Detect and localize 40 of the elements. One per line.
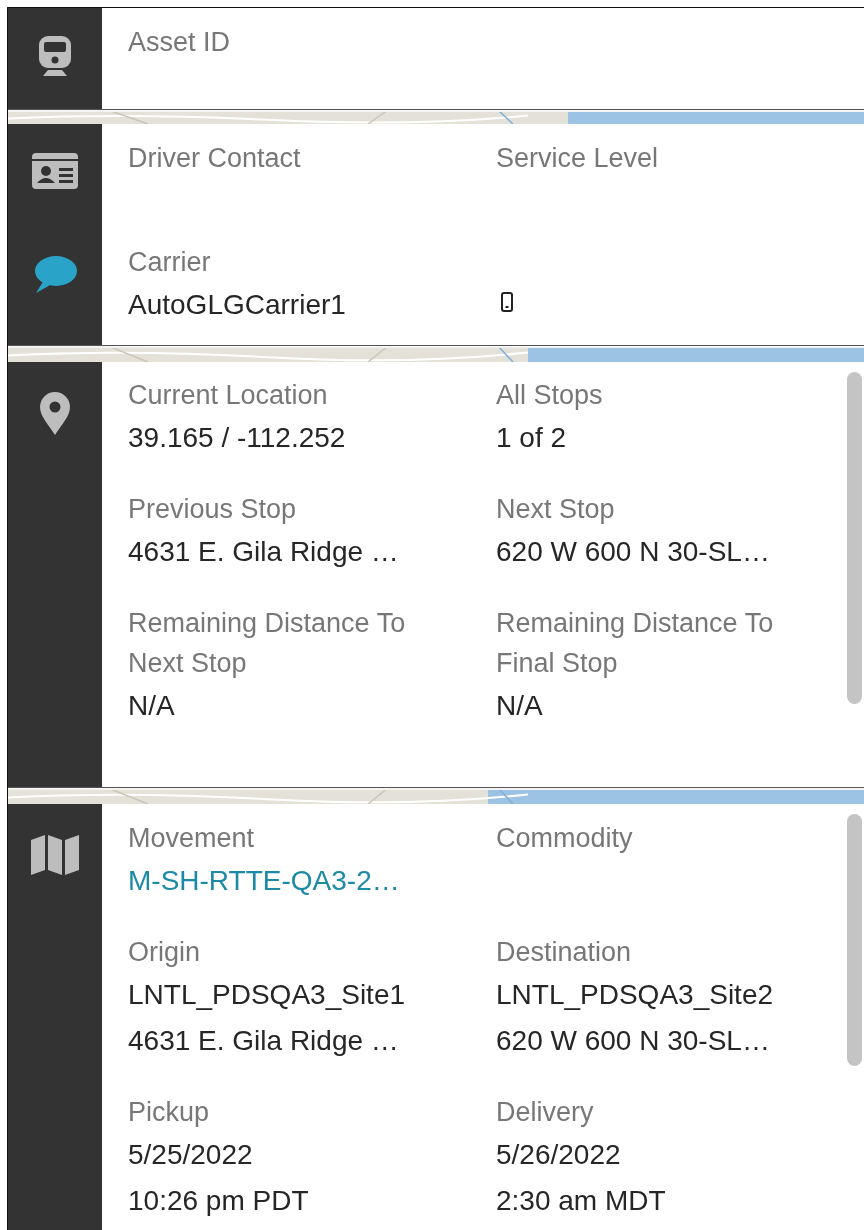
- field-label: Asset ID: [128, 26, 232, 59]
- field-value: AutoGLGCarrier1: [128, 288, 346, 322]
- field-label: Delivery: [496, 1096, 595, 1129]
- chat-icon[interactable]: [32, 254, 78, 294]
- field-label: Driver Contact: [128, 142, 302, 175]
- field-value: 4631 E. Gila Ridge …: [128, 535, 399, 569]
- field-value: 5/25/2022: [128, 1138, 253, 1172]
- field-value: N/A: [128, 689, 175, 723]
- field-value: 4631 E. Gila Ridge …: [128, 1024, 399, 1058]
- field-value: N/A: [496, 689, 543, 723]
- field-label: Carrier: [128, 246, 212, 279]
- field-value: 1 of 2: [496, 421, 567, 455]
- field-label: Previous Stop: [128, 493, 298, 526]
- scrollbar[interactable]: [847, 814, 862, 1066]
- field-label: Origin: [128, 936, 202, 969]
- field-label: Commodity: [496, 822, 634, 855]
- field-value: 2:30 am MDT: [496, 1184, 666, 1218]
- field-value: 620 W 600 N 30-SL…: [496, 535, 770, 569]
- train-icon[interactable]: [37, 34, 73, 78]
- field-label: All Stops: [496, 379, 604, 412]
- movement-link[interactable]: M-SH-RTTE-QA3-2…: [128, 858, 400, 904]
- field-value: 620 W 600 N 30-SL…: [496, 1024, 770, 1058]
- field-value: 10:26 pm PDT: [128, 1184, 309, 1218]
- field-label: Current Location: [128, 379, 329, 412]
- field-label: Pickup: [128, 1096, 211, 1129]
- field-label: Movement: [128, 822, 256, 855]
- id-card-icon[interactable]: [31, 152, 79, 190]
- folded-map-icon[interactable]: [30, 834, 80, 876]
- phone-icon[interactable]: [501, 292, 513, 312]
- map-pin-icon[interactable]: [38, 390, 72, 436]
- scrollbar[interactable]: [847, 372, 862, 704]
- field-label: Service Level: [496, 142, 660, 175]
- field-label: Destination: [496, 936, 633, 969]
- field-value: LNTL_PDSQA3_Site2: [496, 978, 774, 1012]
- field-value: 5/26/2022: [496, 1138, 621, 1172]
- field-value: 39.165 / -112.252: [128, 421, 346, 455]
- field-label: Next Stop: [496, 493, 616, 526]
- field-label: Remaining Distance To Final Stop: [496, 607, 775, 680]
- field-value: LNTL_PDSQA3_Site1: [128, 978, 406, 1012]
- field-label: Remaining Distance To Next Stop: [128, 607, 407, 680]
